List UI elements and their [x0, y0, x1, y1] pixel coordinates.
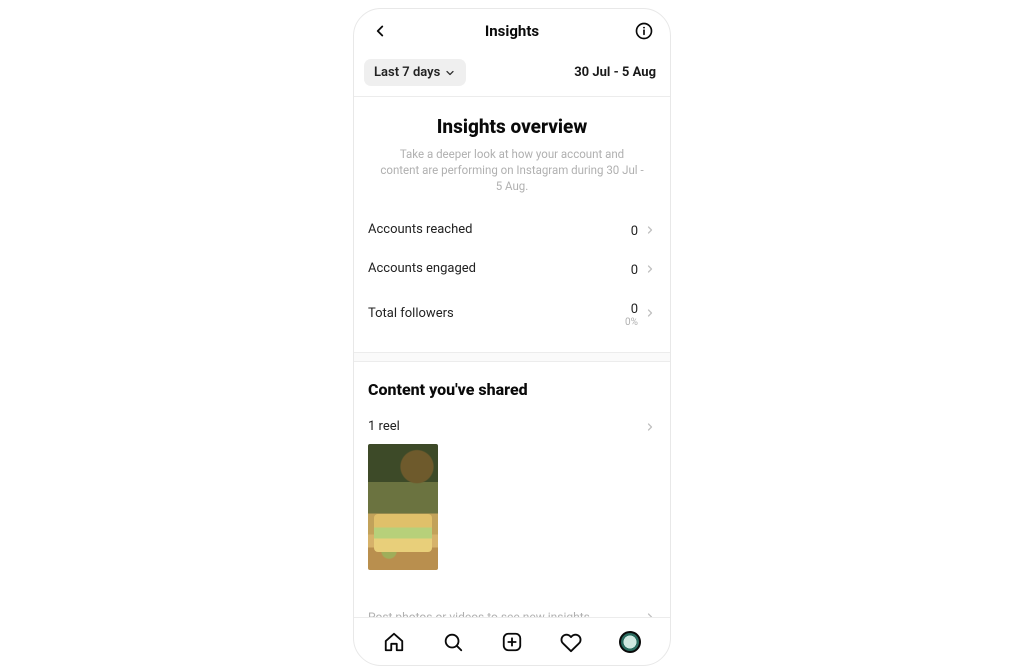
- metric-label: Accounts reached: [368, 222, 472, 237]
- chevron-right-icon: [644, 224, 656, 236]
- reel-thumbnail[interactable]: [368, 444, 438, 570]
- shared-section: Content you've shared 1 reel Post photos…: [354, 362, 670, 617]
- metric-value: 0: [631, 302, 638, 317]
- chevron-right-icon: [644, 421, 656, 433]
- metric-accounts-engaged[interactable]: Accounts engaged 0: [368, 249, 656, 288]
- search-icon: [442, 631, 464, 653]
- home-icon: [383, 631, 405, 653]
- chevron-down-icon: [444, 67, 456, 79]
- info-button[interactable]: [632, 19, 656, 43]
- page-title: Insights: [485, 22, 539, 40]
- tab-search[interactable]: [440, 629, 466, 655]
- date-range-picker-label: Last 7 days: [374, 65, 440, 80]
- back-button[interactable]: [368, 19, 392, 43]
- create-post-icon: [501, 631, 523, 653]
- insights-hint-text: Post photos or videos to see new insight…: [368, 610, 593, 617]
- date-toolbar: Last 7 days 30 Jul - 5 Aug: [354, 53, 670, 96]
- overview-title: Insights overview: [368, 115, 656, 138]
- insights-hint-row[interactable]: Post photos or videos to see new insight…: [368, 602, 656, 617]
- reel-count-label: 1 reel: [368, 419, 400, 434]
- heart-icon: [560, 631, 582, 653]
- metric-total-followers[interactable]: Total followers 0 0%: [368, 288, 656, 338]
- shared-reels-row[interactable]: 1 reel: [368, 413, 656, 444]
- date-range-picker[interactable]: Last 7 days: [364, 59, 466, 86]
- date-range-display: 30 Jul - 5 Aug: [574, 65, 660, 80]
- tab-home[interactable]: [381, 629, 407, 655]
- chevron-left-icon: [371, 22, 389, 40]
- metric-label: Total followers: [368, 306, 454, 321]
- metric-subvalue: 0%: [625, 318, 638, 328]
- bottom-tab-bar: [354, 617, 670, 665]
- metric-accounts-reached[interactable]: Accounts reached 0: [368, 210, 656, 249]
- metric-label: Accounts engaged: [368, 261, 476, 276]
- profile-avatar-icon: [619, 631, 641, 653]
- chevron-right-icon: [644, 263, 656, 275]
- scroll-area[interactable]: Insights overview Take a deeper look at …: [354, 97, 670, 617]
- metric-value: 0: [631, 224, 638, 239]
- tab-profile[interactable]: [617, 629, 643, 655]
- tab-activity[interactable]: [558, 629, 584, 655]
- overview-subtitle: Take a deeper look at how your account a…: [368, 146, 656, 194]
- phone-frame: Insights Last 7 days 30 Jul - 5 Aug Insi…: [353, 8, 671, 666]
- info-icon: [634, 21, 654, 41]
- shared-title: Content you've shared: [368, 380, 656, 399]
- overview-section: Insights overview Take a deeper look at …: [354, 97, 670, 352]
- chevron-right-icon: [644, 307, 656, 319]
- section-gap: [354, 352, 670, 362]
- header-bar: Insights: [354, 9, 670, 53]
- metric-value: 0: [631, 263, 638, 278]
- content-area: Last 7 days 30 Jul - 5 Aug Insights over…: [354, 53, 670, 617]
- tab-create[interactable]: [499, 629, 525, 655]
